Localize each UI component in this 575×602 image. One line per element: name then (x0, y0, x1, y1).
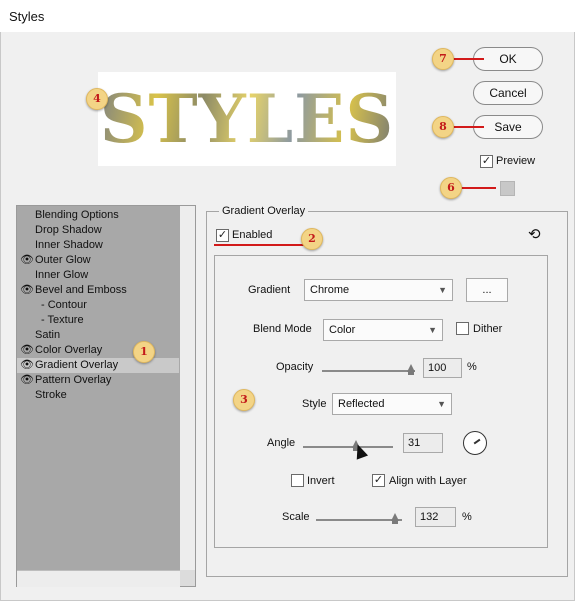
dither-checkbox[interactable] (456, 322, 469, 335)
checkmark-icon: ✓ (373, 474, 384, 486)
angle-input[interactable]: 31 (403, 433, 443, 453)
list-item-label: Inner Glow (35, 269, 89, 281)
annotation-badge: 6 (440, 177, 462, 199)
list-item-label: Stroke (35, 389, 67, 401)
list-item[interactable]: 👁 Outer Glow (17, 253, 180, 268)
annotation-line (460, 187, 496, 189)
scale-label: Scale (282, 511, 310, 523)
opacity-unit: % (467, 361, 477, 373)
opacity-label: Opacity (276, 361, 314, 373)
invert-label: Invert (307, 475, 335, 487)
align-with-layer-checkbox[interactable]: ✓ (372, 474, 385, 487)
list-item[interactable]: - Texture (17, 313, 180, 328)
list-item-label: Drop Shadow (35, 224, 102, 236)
annotation-badge: 4 (86, 88, 108, 110)
dither-label: Dither (473, 323, 503, 335)
opacity-slider-thumb[interactable] (407, 364, 415, 375)
invert-checkbox[interactable] (291, 474, 304, 487)
list-item[interactable]: 👁 Color Overlay (17, 343, 180, 358)
list-item-label: - Contour (41, 299, 87, 311)
scale-value: 132 (420, 511, 439, 523)
vertical-scrollbar[interactable] (180, 206, 195, 570)
chevron-down-icon: ▼ (438, 285, 447, 295)
title-bar: Styles (0, 0, 575, 32)
chevron-down-icon: ▼ (428, 325, 437, 335)
annotation-badge: 3 (233, 389, 255, 411)
gradient-select[interactable]: Chrome ▼ (304, 279, 453, 301)
list-item-label: Inner Shadow (35, 239, 103, 251)
scale-slider-track[interactable] (316, 519, 402, 521)
annotation-line (452, 126, 484, 128)
angle-label: Angle (267, 437, 296, 449)
gradient-value: Chrome (310, 284, 350, 296)
style-preview: STYLES (98, 72, 396, 166)
styles-list: Blending Options Drop Shadow Inner Shado… (16, 205, 196, 587)
list-item[interactable]: - Contour (17, 298, 180, 313)
list-item-label: Satin (35, 329, 61, 341)
style-value: Reflected (338, 398, 385, 410)
list-item[interactable]: Stroke (17, 388, 180, 403)
eye-icon[interactable]: 👁 (20, 345, 34, 356)
style-label: Style (302, 398, 327, 410)
gradient-more-button[interactable]: ... (466, 278, 508, 302)
style-select[interactable]: Reflected ▼ (332, 393, 452, 415)
blend-mode-label: Blend Mode (253, 323, 312, 335)
blend-mode-value: Color (329, 324, 356, 336)
list-item-label: Pattern Overlay (35, 374, 112, 386)
eye-icon[interactable]: 👁 (20, 285, 34, 296)
list-item-label: Color Overlay (35, 344, 103, 356)
enabled-checkbox[interactable]: ✓ (216, 229, 229, 242)
angle-slider-track[interactable] (303, 446, 393, 448)
eye-icon[interactable]: 👁 (20, 360, 34, 371)
scale-input[interactable]: 132 (415, 507, 456, 527)
preview-text: STYLES (98, 72, 396, 166)
align-with-layer-label: Align with Layer (389, 475, 467, 487)
scale-unit: % (462, 511, 472, 523)
list-item-label: Outer Glow (35, 254, 91, 266)
eye-icon[interactable]: 👁 (20, 375, 34, 386)
angle-dial[interactable] (463, 431, 487, 455)
list-item-label: Bevel and Emboss (35, 284, 127, 296)
list-item[interactable]: Inner Glow (17, 268, 180, 283)
list-item[interactable]: 👁 Pattern Overlay (17, 373, 180, 388)
annotation-badge: 7 (432, 48, 454, 70)
list-item[interactable]: Inner Shadow (17, 238, 180, 253)
annotation-badge: 8 (432, 116, 454, 138)
annotation-badge: 1 (133, 341, 155, 363)
group-title: Gradient Overlay (219, 205, 309, 217)
list-item[interactable]: 👁 Bevel and Emboss (17, 283, 180, 298)
scale-slider-thumb[interactable] (391, 513, 399, 524)
angle-dial-hand (473, 438, 481, 445)
more-button-label: ... (482, 284, 492, 296)
opacity-value: 100 (428, 362, 447, 374)
preview-label: Preview (496, 155, 536, 167)
list-item-label: - Texture (41, 314, 84, 326)
blend-mode-select[interactable]: Color ▼ (323, 319, 443, 341)
list-item[interactable]: Blending Options (17, 208, 180, 223)
chevron-down-icon: ▼ (437, 399, 446, 409)
annotation-line (214, 244, 304, 246)
window-title: Styles (9, 9, 45, 24)
scroll-corner (180, 570, 195, 586)
gradient-label: Gradient (248, 284, 291, 296)
checkmark-icon: ✓ (217, 229, 228, 241)
color-swatch[interactable] (500, 181, 515, 196)
preview-checkbox[interactable]: ✓ (480, 155, 493, 168)
list-item-label: Gradient Overlay (35, 359, 119, 371)
opacity-input[interactable]: 100 (423, 358, 462, 378)
angle-value: 31 (408, 437, 421, 449)
eye-icon[interactable]: 👁 (20, 255, 34, 266)
opacity-slider-track[interactable] (322, 370, 415, 372)
enabled-label: Enabled (232, 229, 273, 241)
cancel-button[interactable]: Cancel (473, 81, 543, 105)
list-item[interactable]: Satin (17, 328, 180, 343)
annotation-badge: 2 (301, 228, 323, 250)
list-item-label: Blending Options (35, 209, 119, 221)
reset-icon[interactable]: ⟲ (528, 226, 541, 244)
annotation-line (452, 58, 484, 60)
checkmark-icon: ✓ (481, 155, 492, 167)
list-item-selected[interactable]: 👁 Gradient Overlay (17, 358, 179, 373)
horizontal-scrollbar[interactable] (17, 570, 180, 587)
list-item[interactable]: Drop Shadow (17, 223, 180, 238)
